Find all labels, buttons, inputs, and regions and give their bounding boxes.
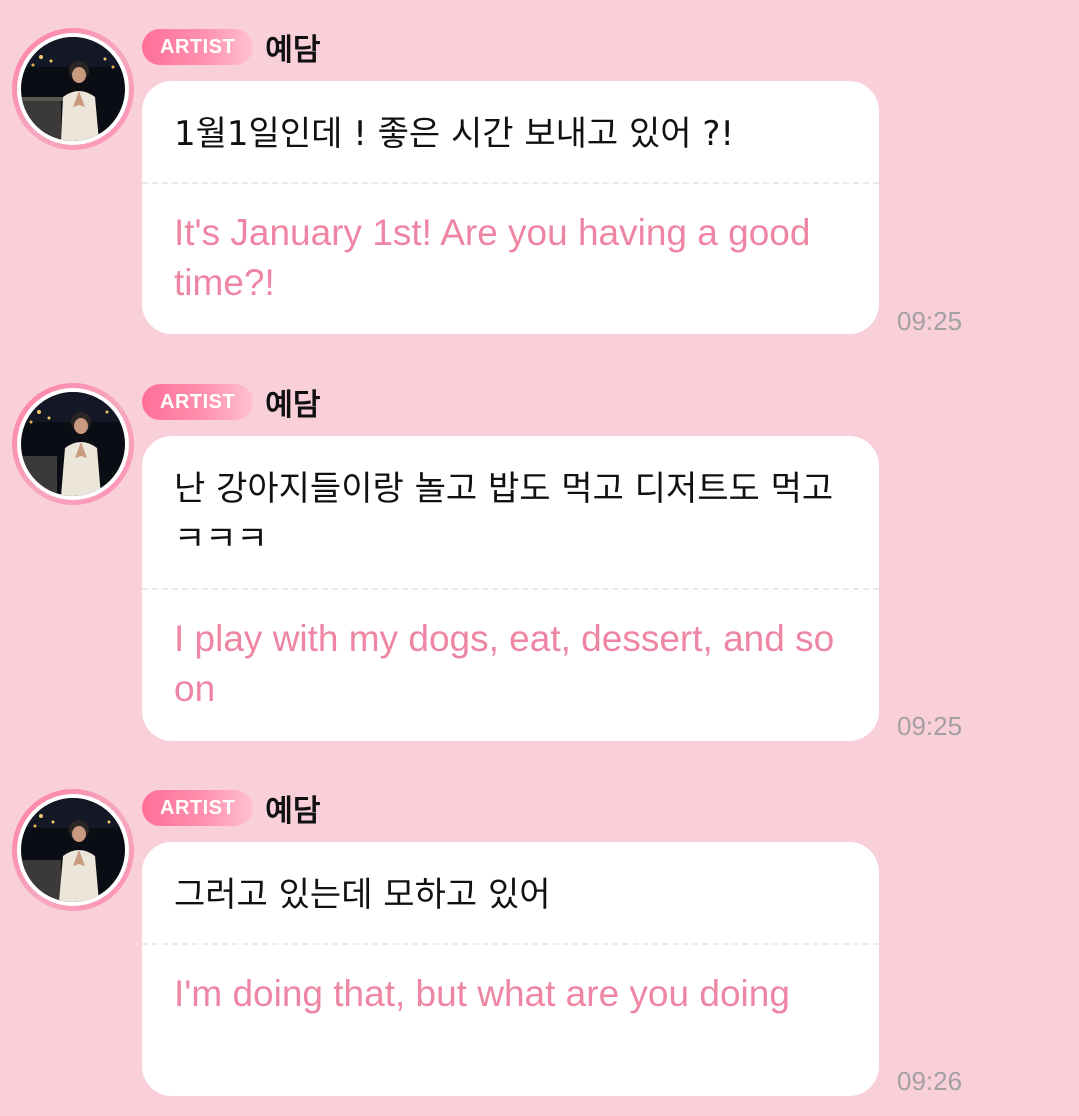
artist-badge: ARTIST (142, 790, 254, 826)
message-header: ARTIST 예담 (142, 383, 321, 423)
artist-badge: ARTIST (142, 384, 254, 420)
message-bubble[interactable]: 그러고 있는데 모하고 있어 I'm doing that, but what … (142, 842, 879, 1096)
avatar-photo-icon (21, 37, 125, 141)
avatar[interactable] (12, 28, 134, 150)
message-header: ARTIST 예담 (142, 789, 321, 829)
translation-text: It's January 1st! Are you having a good … (174, 212, 811, 303)
timestamp: 09:25 (897, 711, 963, 741)
avatar[interactable] (12, 789, 134, 911)
timestamp: 09:26 (897, 1066, 963, 1096)
message-bubble[interactable]: 난 강아지들이랑 놀고 밥도 먹고 디저트도 먹고 ㅋㅋㅋ I play wit… (142, 436, 879, 741)
sender-name: 예담 (265, 794, 321, 829)
avatar-photo-icon (21, 392, 125, 496)
original-text: 1월1일인데 ! 좋은 시간 보내고 있어 ?! (174, 114, 735, 154)
message-header: ARTIST 예담 (142, 28, 321, 68)
sender-name: 예담 (265, 33, 321, 68)
translation-text: I play with my dogs, eat, dessert, and s… (174, 618, 835, 709)
message-bubble[interactable]: 1월1일인데 ! 좋은 시간 보내고 있어 ?! It's January 1s… (142, 81, 879, 334)
timestamp: 09:25 (897, 306, 963, 336)
original-text: 그러고 있는데 모하고 있어 (174, 875, 551, 915)
translation-text: I'm doing that, but what are you doing (174, 973, 790, 1014)
sender-name: 예담 (265, 388, 321, 423)
avatar-photo-icon (21, 798, 125, 902)
avatar[interactable] (12, 383, 134, 505)
original-text: 난 강아지들이랑 놀고 밥도 먹고 디저트도 먹고 ㅋㅋㅋ (174, 469, 834, 559)
artist-badge: ARTIST (142, 29, 254, 65)
